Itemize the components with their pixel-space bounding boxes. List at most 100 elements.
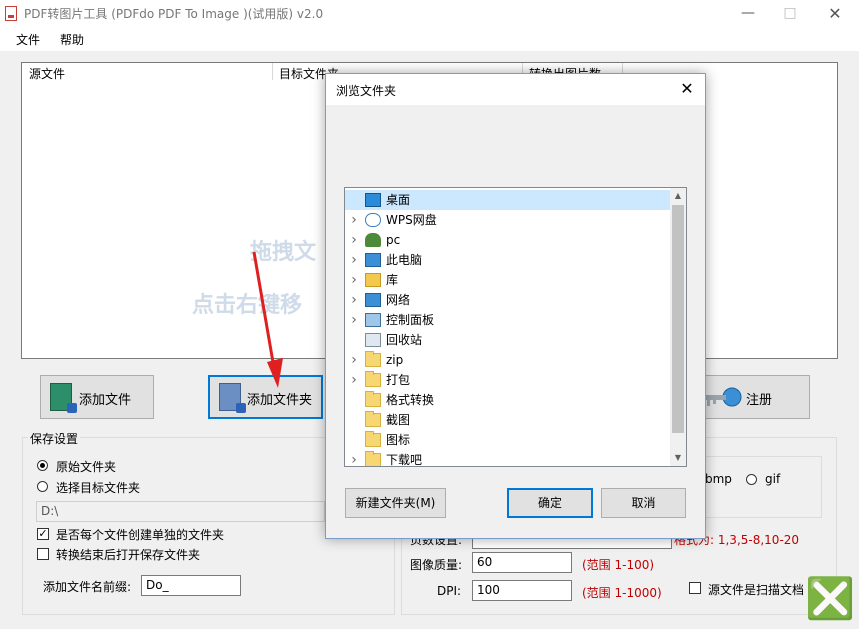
tree-item[interactable]: 截图 [345,410,670,430]
prefix-input[interactable]: Do_ [141,575,241,596]
tree-item[interactable]: 格式转换 [345,390,670,410]
label-original-folder: 原始文件夹 [56,460,117,474]
tree-scrollbar[interactable]: ▲ ▼ [670,188,686,466]
cancel-button[interactable]: 取消 [601,488,686,518]
tree-item-label: 下载吧 [386,453,423,467]
tree-item[interactable]: › 此电脑 [345,250,670,270]
computer-icon [365,253,381,267]
browse-folder-dialog: 浏览文件夹 ✕ 桌面 › WPS网盘 › pc › 此电脑 › 库 › 网络 › 控制面板 回收站 › zip… [325,73,706,539]
tree-item-label: 此电脑 [386,253,423,267]
chevron-right-icon[interactable]: › [349,310,359,330]
annotation-arrow [252,251,283,388]
maximize-icon[interactable]: □ [770,0,810,27]
tree-item[interactable]: › 网络 [345,290,670,310]
folder-icon [365,371,381,387]
register-label: 注册 [746,393,773,408]
checkbox-create-folder[interactable]: ✓ [37,528,49,540]
library-icon [365,273,381,287]
add-file-button[interactable]: 添加文件 [40,375,154,419]
tree-item[interactable]: › zip [345,350,670,370]
label-format-gif: gif [765,472,781,486]
checkbox-open-after[interactable] [37,548,49,560]
label-prefix: 添加文件名前缀: [43,580,132,594]
dpi-input[interactable]: 100 [472,580,572,601]
chevron-right-icon[interactable]: › [349,210,359,230]
chevron-right-icon[interactable]: › [349,450,359,466]
label-format-bmp: bmp [705,472,732,486]
target-path-field[interactable]: D:\ [36,501,325,522]
tree-item[interactable]: 回收站 [345,330,670,350]
menu-bar [0,27,859,51]
column-source-file[interactable]: 源文件 [29,65,65,82]
tree-item-label: WPS网盘 [386,213,437,227]
chevron-right-icon[interactable]: › [349,370,359,390]
chevron-right-icon[interactable]: › [349,250,359,270]
window-title: PDF转图片工具 (PDFdo PDF To Image )(试用版) v2.0 [24,7,324,21]
folder-tree[interactable]: 桌面 › WPS网盘 › pc › 此电脑 › 库 › 网络 › 控制面板 回收站 › zip › 打包 格式转换截… [344,187,687,467]
label-dpi: DPI: [437,584,462,598]
new-folder-button[interactable]: 新建文件夹(M) [345,488,446,518]
menu-help[interactable]: 帮助 [60,31,84,48]
minimize-icon[interactable]: — [728,0,768,27]
tree-item-label: 网络 [386,293,411,307]
scroll-down-icon[interactable]: ▼ [670,450,686,466]
add-file-label: 添加文件 [79,393,132,408]
key-icon [706,387,742,407]
label-image-quality: 图像质量: [410,558,463,572]
tree-item[interactable]: › WPS网盘 [345,210,670,230]
watermark-logo: ❎ [805,576,855,622]
tree-item-label: 库 [386,273,399,287]
tree-item[interactable]: 图标 [345,430,670,450]
ok-button[interactable]: 确定 [507,488,593,518]
label-choose-folder: 选择目标文件夹 [56,481,141,495]
tree-item-label: 格式转换 [386,393,435,407]
dpi-hint: (范围 1-1000) [582,586,662,600]
radio-choose-folder[interactable] [37,481,48,492]
column-separator [272,63,273,80]
tree-item-label: 桌面 [386,193,411,207]
chevron-right-icon[interactable]: › [349,270,359,290]
tree-item[interactable]: › 库 [345,270,670,290]
tree-item-label: 打包 [386,373,411,387]
tree-item[interactable]: › pc [345,230,670,250]
cloud-icon [365,213,381,227]
dialog-close-icon[interactable]: ✕ [672,78,702,100]
save-settings-title: 保存设置 [28,430,81,447]
chevron-right-icon[interactable]: › [349,230,359,250]
tree-item[interactable]: › 下载吧 [345,450,670,467]
recycle-bin-icon [365,333,381,347]
control-panel-icon [365,313,381,327]
label-create-folder: 是否每个文件创建单独的文件夹 [56,528,225,542]
image-quality-hint: (范围 1-100) [582,558,655,572]
menu-file[interactable]: 文件 [16,31,40,48]
tree-item-label: zip [386,353,404,367]
folder-icon [365,351,381,367]
scroll-up-icon[interactable]: ▲ [670,188,686,204]
tree-item[interactable]: 桌面 [345,190,670,210]
desktop-icon [365,193,381,207]
dialog-title: 浏览文件夹 [336,84,397,98]
image-quality-input[interactable]: 60 [472,552,572,573]
scroll-thumb[interactable] [672,205,684,433]
label-open-after: 转换结束后打开保存文件夹 [56,548,201,562]
chevron-right-icon[interactable]: › [349,290,359,310]
tree-item[interactable]: › 控制面板 [345,310,670,330]
folder-icon [365,451,381,466]
radio-format-gif[interactable] [746,474,757,485]
add-folder-icon [219,383,246,413]
tree-item-label: 控制面板 [386,313,435,327]
tree-item-label: 截图 [386,413,411,427]
chevron-right-icon[interactable]: › [349,350,359,370]
tree-item-label: 回收站 [386,333,423,347]
tree-item[interactable]: › 打包 [345,370,670,390]
radio-original-folder[interactable] [37,460,48,471]
folder-icon [365,391,381,407]
close-icon[interactable]: ✕ [815,0,855,27]
checkbox-scan-doc[interactable] [689,582,701,594]
register-button[interactable]: 注册 [693,375,810,419]
